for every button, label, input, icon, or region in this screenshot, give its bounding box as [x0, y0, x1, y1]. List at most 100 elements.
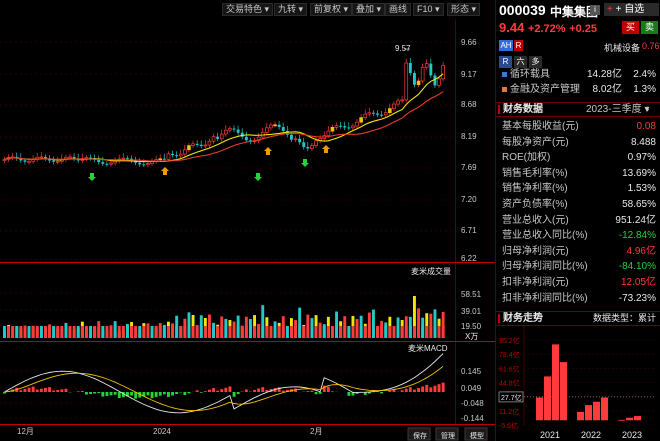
- finance-row[interactable]: 营业总收入(元) 951.24亿: [502, 214, 656, 228]
- period-selector[interactable]: 2023-三季度 ▾: [586, 103, 649, 116]
- candle: [199, 144, 203, 146]
- finance-row[interactable]: 营业总收入同比(%) -12.84%: [502, 229, 656, 243]
- chevron-right-icon[interactable]: ›: [646, 103, 649, 116]
- finance-value: -12.84%: [618, 230, 656, 242]
- finance-row[interactable]: 归母净利润同比(%) -84.10%: [502, 260, 656, 274]
- macd-bar: [117, 392, 121, 398]
- candle: [236, 129, 240, 133]
- volume-band: [130, 326, 133, 338]
- volume-band: [35, 326, 39, 338]
- finance-row[interactable]: ROE(加权) 0.97%: [502, 151, 656, 165]
- volume-chart[interactable]: 麦米成交量 58.51 39.01 19.50 X万: [0, 263, 495, 341]
- trend-bar[interactable]: [536, 397, 543, 421]
- trend-bar[interactable]: [593, 401, 600, 421]
- x-label: 12月: [17, 427, 34, 436]
- trend-bar[interactable]: [577, 411, 584, 421]
- data-type-selector[interactable]: 数据类型：累计: [593, 312, 656, 325]
- finance-trend-chart[interactable]: 95.2亿 78.4亿 61.6亿 44.8亿 27.7亿 11.2亿 -5.6亿 2021…: [496, 327, 660, 441]
- finance-row[interactable]: 扣非净利润(元) 12.05亿: [502, 276, 656, 290]
- trend-bar[interactable]: [626, 417, 633, 421]
- y-tick: 7.20: [461, 195, 477, 204]
- date-axis: 12月 2024 2月 3月 保存 管理 模型 D: [0, 424, 495, 441]
- trend-bar[interactable]: [601, 397, 608, 421]
- volume-band: [269, 326, 273, 338]
- f10-dropdown[interactable]: F10 ▾: [413, 3, 444, 16]
- volume-band: [232, 326, 236, 338]
- high-price-label: 9.57: [395, 44, 411, 53]
- macd-bar: [101, 392, 105, 397]
- svg-text:模型: 模型: [470, 431, 484, 440]
- volume-band: [367, 326, 371, 338]
- finance-row[interactable]: 每股净资产(元) 8.488: [502, 136, 656, 150]
- volume-band: [310, 326, 314, 338]
- dea-line: [4, 365, 444, 412]
- overlay-dropdown[interactable]: 叠加 ▾: [352, 3, 386, 16]
- candle: [187, 145, 191, 151]
- finance-value: 8.488: [630, 136, 656, 148]
- volume-band: [15, 326, 19, 338]
- industry-name[interactable]: 机械设备: [604, 41, 640, 54]
- tag-r[interactable]: R: [499, 56, 512, 68]
- candle: [97, 159, 101, 163]
- macd-bar: [425, 384, 429, 392]
- macd-bar: [56, 389, 60, 392]
- finance-row[interactable]: 基本每股收益(元) 0.08: [502, 120, 656, 134]
- macd-bar: [232, 392, 236, 397]
- volume-band: [339, 326, 343, 338]
- finance-row[interactable]: 销售净利率(%) 1.53%: [502, 182, 656, 196]
- finance-value: -84.10%: [618, 261, 656, 273]
- trend-bar[interactable]: [544, 376, 551, 421]
- chart-toolbar: 交易特色 ▾ 九转 ▾ 前复权 ▾ 叠加 ▾ 画线 F10 ▾ 形态 ▾: [0, 0, 495, 19]
- finance-label: 销售毛利率(%): [502, 167, 568, 179]
- finance-row[interactable]: 归母净利润(元) 4.96亿: [502, 245, 656, 259]
- trade-feature-dropdown[interactable]: 交易特色 ▾: [222, 3, 274, 16]
- finance-row[interactable]: 销售毛利率(%) 13.69%: [502, 167, 656, 181]
- candle: [109, 162, 113, 165]
- trend-bar[interactable]: [585, 405, 592, 421]
- macd-bar: [400, 390, 404, 392]
- macd-bar: [306, 391, 310, 392]
- volume-band: [195, 326, 199, 338]
- adjust-dropdown[interactable]: 前复权 ▾: [310, 3, 353, 16]
- buy-button[interactable]: 买: [622, 21, 639, 34]
- ah-badge[interactable]: AH: [499, 40, 513, 51]
- pattern-dropdown[interactable]: 形态 ▾: [447, 3, 481, 16]
- up-arrow-icon: [264, 147, 272, 155]
- volume-band: [413, 326, 416, 338]
- sell-button[interactable]: 卖: [641, 21, 658, 34]
- trend-bar[interactable]: [618, 419, 625, 421]
- volume-band: [89, 326, 92, 338]
- trend-bar[interactable]: [560, 362, 567, 421]
- segment-amount: 8.02亿: [592, 84, 622, 95]
- finance-label: 基本每股收益(元): [502, 121, 579, 132]
- finance-row[interactable]: 资产负债率(%) 58.65%: [502, 198, 656, 212]
- candle: [372, 112, 375, 114]
- nine-turn-dropdown[interactable]: 九转 ▾: [274, 3, 308, 16]
- volume-band: [343, 326, 347, 338]
- add-watchlist-button[interactable]: + + 自选: [604, 3, 659, 16]
- info-icon[interactable]: i: [590, 5, 600, 15]
- finance-value: -73.23%: [618, 292, 656, 304]
- down-arrow-icon: [88, 173, 96, 181]
- draw-line-button[interactable]: 画线: [385, 3, 412, 16]
- macd-chart[interactable]: 麦米MACD 0.145 0.049 -0.048 -0.144: [0, 342, 495, 424]
- macd-bar: [281, 390, 285, 392]
- tag-many[interactable]: 多: [529, 56, 542, 68]
- change-percent: +2.72%: [527, 23, 566, 35]
- macd-bar: [158, 392, 162, 396]
- volume-band: [322, 326, 326, 338]
- finance-row[interactable]: 扣非净利润同比(%) -73.23%: [502, 292, 656, 306]
- volume-band: [294, 326, 297, 338]
- volume-band: [285, 326, 289, 338]
- x-label: 2024: [153, 427, 171, 436]
- trend-bar[interactable]: [634, 416, 641, 421]
- volume-band: [93, 326, 97, 338]
- candle: [351, 125, 355, 129]
- macd-title: 麦米MACD: [408, 343, 448, 353]
- candle: [175, 155, 179, 157]
- macd-bar: [19, 390, 23, 392]
- candlestick-chart[interactable]: 9.57 9.66 9.17 8.68 8.19 7.69 7.20 6.71 …: [0, 19, 495, 262]
- tag-six[interactable]: 六: [514, 56, 527, 68]
- trend-bar[interactable]: [552, 344, 559, 421]
- r-badge[interactable]: R: [514, 40, 523, 51]
